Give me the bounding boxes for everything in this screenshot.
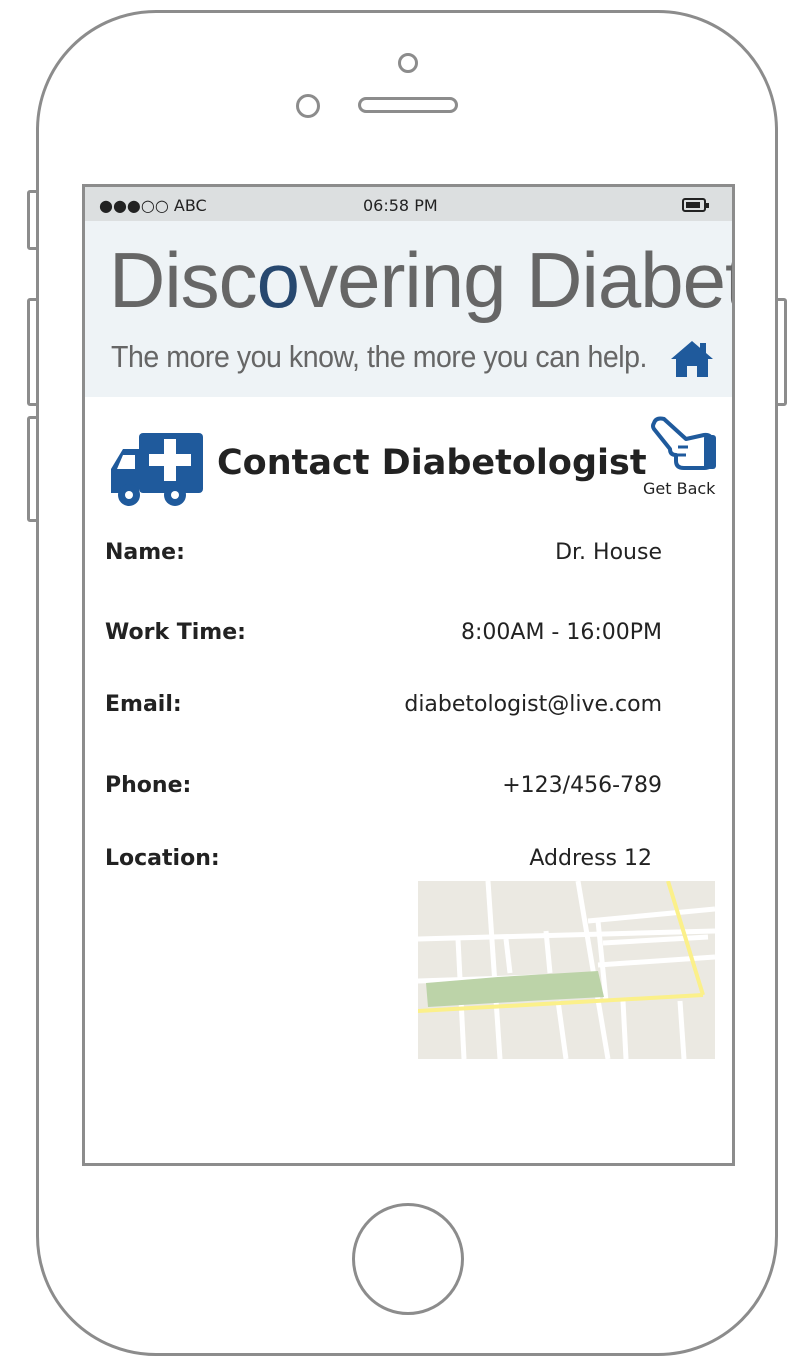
sensor-dot: [296, 94, 320, 118]
email-link[interactable]: diabetologist@live.com: [404, 692, 662, 717]
pointing-hand-icon: [651, 416, 716, 470]
battery-icon: [682, 198, 709, 212]
app-title: Discovering Diabetes: [109, 236, 732, 324]
work-time-value: 8:00AM - 16:00PM: [460, 620, 662, 645]
camera-dot: [398, 53, 418, 73]
location-label: Location:: [105, 846, 220, 871]
power-button: [775, 298, 787, 406]
app-screen: ●●●○○ ABC 06:58 PM Discovering Diabetes …: [82, 184, 735, 1166]
carrier-signal: ●●●○○ ABC: [99, 196, 207, 215]
get-back-button[interactable]: Get Back: [640, 415, 732, 505]
ambulance-icon: [111, 433, 203, 506]
mute-switch: [27, 190, 39, 250]
phone-label: Phone:: [105, 773, 192, 798]
app-tagline: The more you know, the more you can help…: [111, 339, 648, 374]
volume-up-button: [27, 298, 39, 406]
page-header: Contact Diabetologist Get Back: [85, 397, 732, 507]
work-time-label: Work Time:: [105, 620, 246, 645]
contact-row-work-time: Work Time: 8:00AM - 16:00PM: [85, 620, 732, 650]
name-label: Name:: [105, 540, 185, 565]
speaker-grille: [358, 97, 458, 113]
app-banner: Discovering Diabetes The more you know, …: [85, 221, 732, 397]
contact-row-name: Name: Dr. House: [85, 540, 732, 570]
location-map[interactable]: [418, 881, 715, 1059]
phone-link[interactable]: +123/456-789: [502, 773, 662, 798]
location-value: Address 12: [529, 846, 652, 871]
name-value: Dr. House: [555, 540, 662, 565]
email-label: Email:: [105, 692, 182, 717]
status-time: 06:58 PM: [363, 196, 438, 215]
status-bar: ●●●○○ ABC 06:58 PM: [85, 187, 732, 221]
contact-row-phone: Phone: +123/456-789: [85, 773, 732, 803]
get-back-label: Get Back: [643, 479, 716, 498]
page-title: Contact Diabetologist: [217, 443, 647, 483]
volume-down-button: [27, 416, 39, 522]
home-button[interactable]: [352, 1203, 464, 1315]
contact-row-location: Location: Address 12: [85, 846, 732, 876]
home-icon[interactable]: [669, 339, 715, 379]
contact-row-email: Email: diabetologist@live.com: [85, 692, 732, 722]
